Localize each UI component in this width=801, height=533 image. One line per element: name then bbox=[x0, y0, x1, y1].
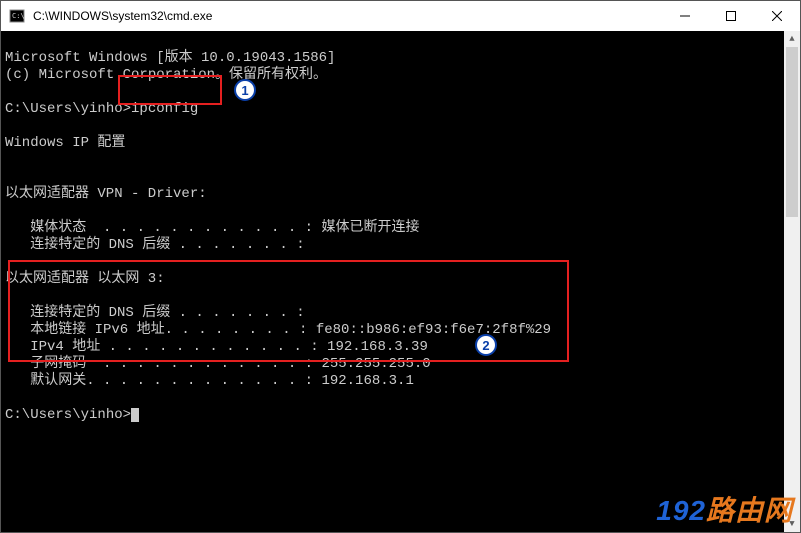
window-title: C:\WINDOWS\system32\cmd.exe bbox=[33, 9, 662, 23]
prompt-line-1: C:\Users\yinho>ipconfig bbox=[5, 101, 796, 118]
cmd-window: C:\ C:\WINDOWS\system32\cmd.exe Microsof… bbox=[0, 0, 801, 533]
blank-line bbox=[5, 254, 796, 271]
copyright-line: (c) Microsoft Corporation。保留所有权利。 bbox=[5, 67, 796, 84]
blank-line bbox=[5, 118, 796, 135]
cursor bbox=[131, 408, 139, 422]
blank-line bbox=[5, 152, 796, 169]
blank-line bbox=[5, 390, 796, 407]
scroll-track[interactable] bbox=[784, 47, 800, 516]
ip-config-header: Windows IP 配置 bbox=[5, 135, 796, 152]
adapter-vpn-header: 以太网适配器 VPN - Driver: bbox=[5, 186, 796, 203]
command-ipconfig: ipconfig bbox=[131, 101, 198, 117]
vertical-scrollbar[interactable]: ▲ ▼ bbox=[784, 31, 800, 532]
eth3-ipv6: 本地链接 IPv6 地址. . . . . . . . : fe80::b986… bbox=[5, 322, 796, 339]
vpn-media-state: 媒体状态 . . . . . . . . . . . . : 媒体已断开连接 bbox=[5, 220, 796, 237]
maximize-button[interactable] bbox=[708, 1, 754, 31]
prompt-line-2: C:\Users\yinho> bbox=[5, 407, 796, 424]
prompt-prefix: C:\Users\yinho> bbox=[5, 101, 131, 117]
scroll-thumb[interactable] bbox=[786, 47, 798, 217]
eth3-ipv4: IPv4 地址 . . . . . . . . . . . . : 192.16… bbox=[5, 339, 796, 356]
scroll-up-button[interactable]: ▲ bbox=[784, 31, 800, 47]
version-line: Microsoft Windows [版本 10.0.19043.1586] bbox=[5, 50, 796, 67]
close-button[interactable] bbox=[754, 1, 800, 31]
blank-line bbox=[5, 169, 796, 186]
blank-line bbox=[5, 84, 796, 101]
watermark: 192路由网 bbox=[656, 489, 793, 529]
prompt-prefix-2: C:\Users\yinho> bbox=[5, 407, 131, 423]
cmd-icon: C:\ bbox=[9, 8, 25, 24]
window-controls bbox=[662, 1, 800, 31]
svg-text:C:\: C:\ bbox=[12, 12, 25, 20]
annotation-callout-1: 1 bbox=[234, 79, 256, 101]
eth3-subnet: 子网掩码 . . . . . . . . . . . . : 255.255.2… bbox=[5, 356, 796, 373]
vpn-dns-suffix: 连接特定的 DNS 后缀 . . . . . . . : bbox=[5, 237, 796, 254]
terminal-output[interactable]: Microsoft Windows [版本 10.0.19043.1586](c… bbox=[1, 31, 800, 532]
watermark-number: 192 bbox=[656, 495, 706, 526]
eth3-dns-suffix: 连接特定的 DNS 后缀 . . . . . . . : bbox=[5, 305, 796, 322]
titlebar[interactable]: C:\ C:\WINDOWS\system32\cmd.exe bbox=[1, 1, 800, 31]
eth3-gateway: 默认网关. . . . . . . . . . . . . : 192.168.… bbox=[5, 373, 796, 390]
annotation-callout-2: 2 bbox=[475, 334, 497, 356]
watermark-text: 路由网 bbox=[706, 495, 793, 526]
blank-line bbox=[5, 203, 796, 220]
minimize-button[interactable] bbox=[662, 1, 708, 31]
adapter-eth3-header: 以太网适配器 以太网 3: bbox=[5, 271, 796, 288]
blank-line bbox=[5, 288, 796, 305]
